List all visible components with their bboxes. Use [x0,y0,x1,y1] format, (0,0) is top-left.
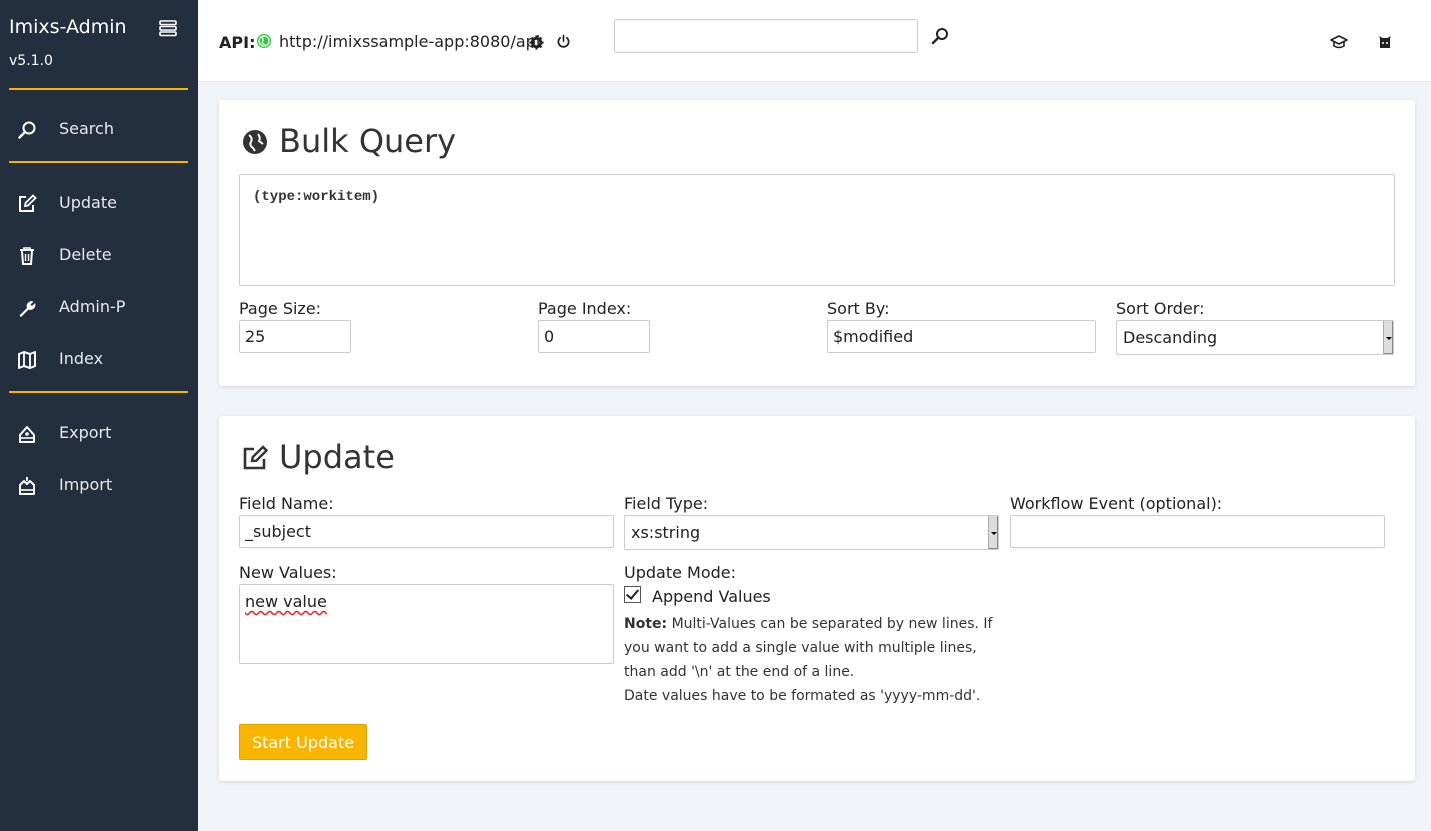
field-type-label: Field Type: [624,494,709,513]
search-icon [18,121,36,139]
trash-icon [20,247,34,265]
app-version: v5.1.0 [9,53,53,69]
note-text: Multi-Values can be separated by new lin… [624,616,993,680]
api-label: API: [219,33,256,52]
new-values-input[interactable]: new value [239,584,614,664]
stack-menu-icon[interactable] [159,19,177,37]
search-input[interactable] [614,19,918,53]
sidebar-divider [9,161,188,163]
api-url: http://imixssample-app:8080/api [279,32,541,51]
graduation-cap-icon[interactable] [1330,34,1348,50]
sort-by-input[interactable] [827,320,1096,353]
wrench-icon [19,301,36,317]
update-mode-label: Update Mode: [624,563,737,582]
edit-icon [243,445,268,470]
sidebar-item-label: Search [59,119,114,138]
sort-order-label: Sort Order: [1116,299,1205,318]
sidebar-item-label: Admin-P [59,297,126,316]
app-title: Imixs-Admin [9,16,127,38]
sidebar-item-index[interactable]: Index [0,342,198,378]
bulk-query-title: Bulk Query [279,122,457,160]
sidebar-item-label: Delete [59,245,112,264]
top-bar: API: http://imixssample-app:8080/api [198,0,1431,82]
workflow-event-input[interactable] [1010,515,1385,548]
sidebar-item-label: Index [59,349,104,368]
sidebar-item-delete[interactable]: Delete [0,238,198,274]
map-icon [18,351,36,369]
globe-status-icon [257,34,271,48]
page-index-label: Page Index: [538,299,632,318]
note-date-format: Date values have to be formated as 'yyyy… [624,688,981,704]
sidebar-item-import[interactable]: Import [0,468,198,504]
sidebar-item-admin-p[interactable]: Admin-P [0,290,198,326]
field-name-input[interactable] [239,515,614,548]
sidebar-item-label: Update [59,193,117,212]
gear-icon[interactable] [529,35,544,50]
page-index-input[interactable] [538,320,650,353]
sidebar-item-search[interactable]: Search [0,112,198,148]
sidebar-item-update[interactable]: Update [0,186,198,222]
start-update-button[interactable]: Start Update [239,724,367,760]
sort-order-value: Descanding [1123,328,1218,347]
query-input[interactable]: (type:workitem) [239,174,1395,286]
field-type-select[interactable]: xs:string [624,515,999,550]
workflow-event-label: Workflow Event (optional): [1010,494,1223,513]
field-name-label: Field Name: [239,494,334,513]
update-title: Update [279,438,395,476]
sidebar: Imixs-Admin v5.1.0 Search Update Delete [0,0,198,831]
sidebar-item-label: Export [59,423,112,442]
field-type-value: xs:string [631,523,701,542]
import-icon [19,477,35,495]
edit-icon [19,194,37,212]
github-icon[interactable] [1378,35,1392,49]
update-note: Note: Multi-Values can be separated by n… [624,612,1004,708]
new-values-text: new value [245,592,327,611]
append-values-checkbox[interactable] [624,586,641,603]
append-values-label: Append Values [652,587,771,606]
sidebar-divider [9,88,188,90]
new-values-label: New Values: [239,563,337,582]
page-size-input[interactable] [239,320,351,353]
export-icon [19,426,35,443]
page-size-label: Page Size: [239,299,322,318]
sidebar-item-export[interactable]: Export [0,416,198,452]
sort-order-select[interactable]: Descanding [1116,320,1394,355]
chevron-down-icon [988,516,998,549]
power-icon[interactable] [556,34,571,49]
chevron-down-icon [1383,321,1393,354]
sidebar-divider [9,391,188,393]
sidebar-item-label: Import [59,475,113,494]
note-label: Note: [624,616,668,632]
sort-by-label: Sort By: [827,299,890,318]
update-card: Update Field Name: Field Type: xs:string… [219,416,1415,781]
globe-icon [243,130,267,154]
bulk-query-card: Bulk Query (type:workitem) Page Size: Pa… [219,100,1415,386]
search-icon[interactable] [931,27,949,45]
